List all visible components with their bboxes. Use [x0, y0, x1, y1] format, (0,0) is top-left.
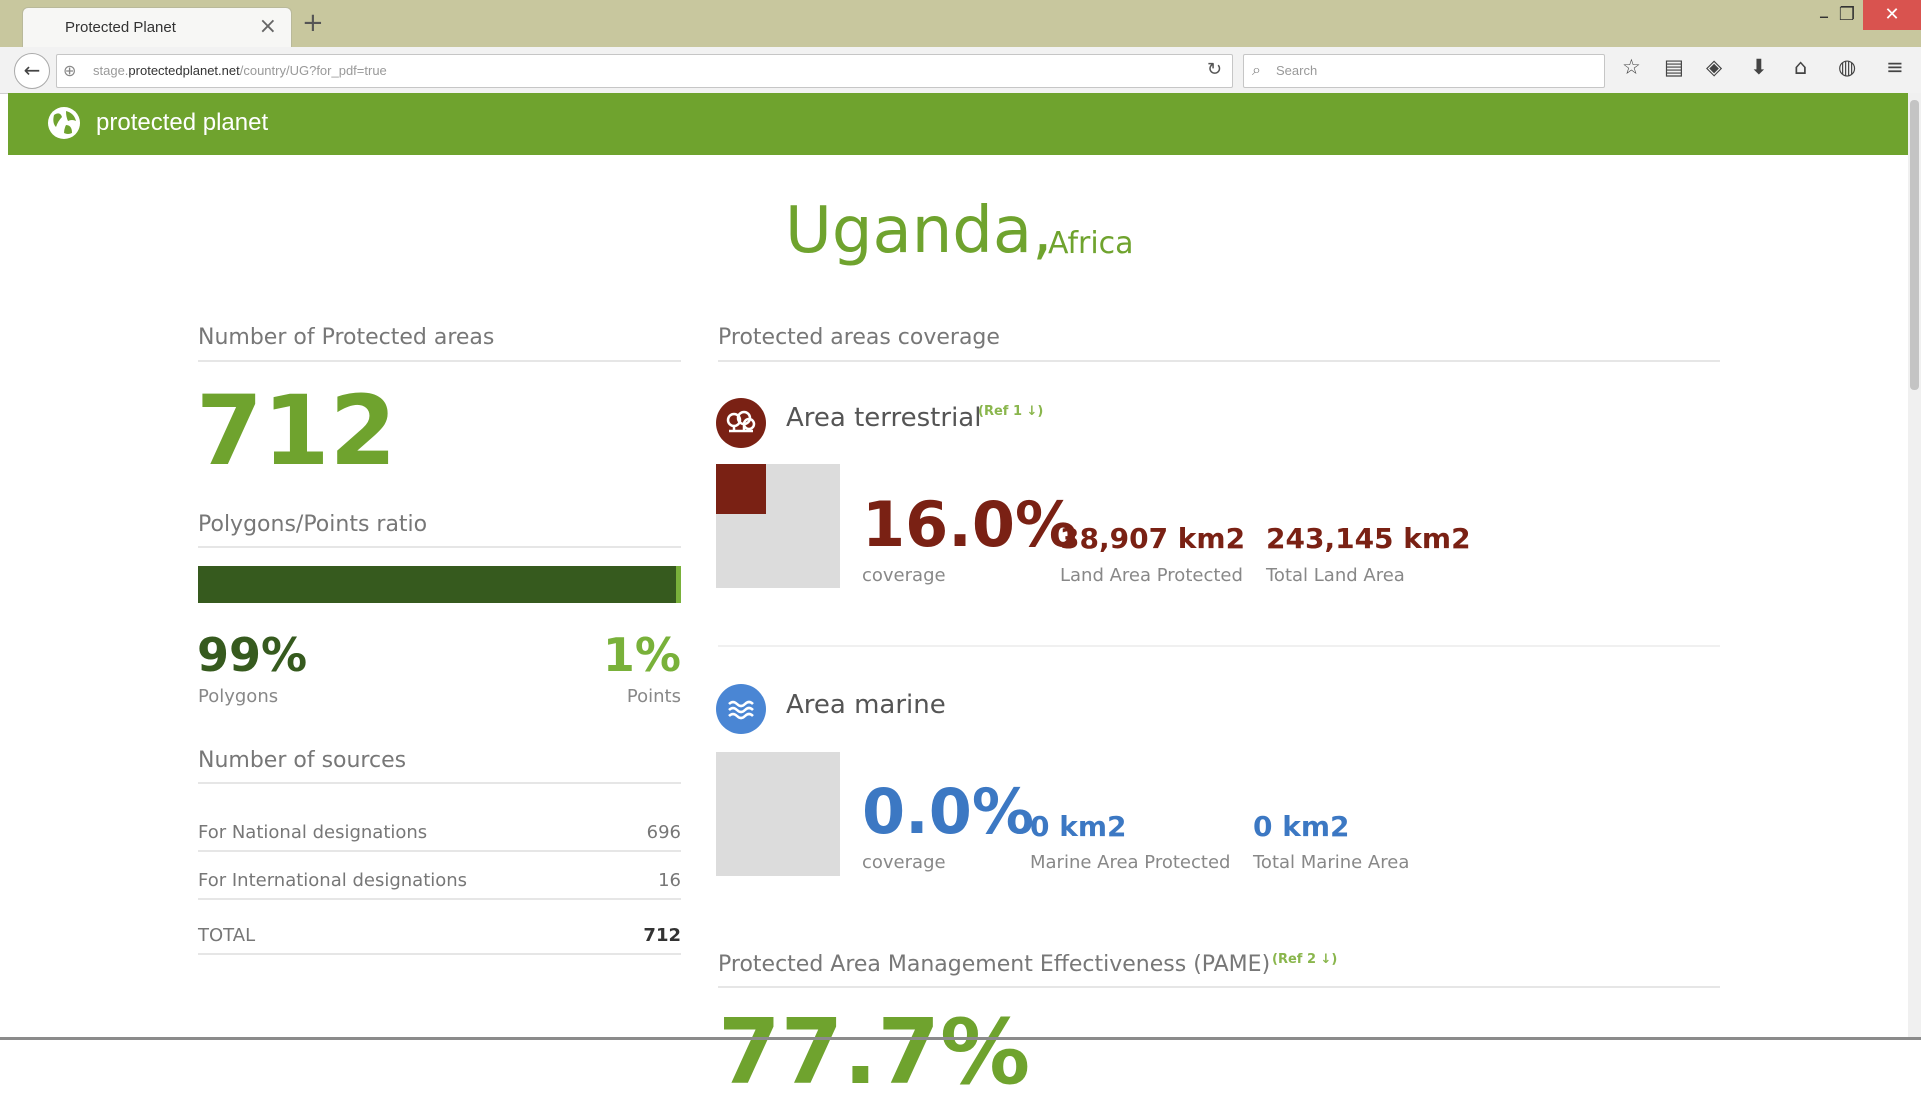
marine-title: Area marine [786, 690, 946, 720]
section-title-pame: Protected Area Management Effectiveness … [718, 952, 1271, 977]
restore-icon[interactable]: ❐ [1839, 4, 1855, 25]
tab-close-icon[interactable]: × [259, 14, 277, 39]
marine-coverage-box [716, 752, 840, 876]
coverage-label: coverage [862, 852, 946, 873]
search-input[interactable]: ⌕ Search [1243, 54, 1605, 88]
waves-icon [728, 700, 754, 720]
terrestrial-ref-link[interactable]: (Ref 1 ↓) [978, 404, 1043, 419]
source-row-value: 696 [646, 822, 681, 843]
terrestrial-coverage-box [716, 464, 840, 588]
tree-icon [726, 410, 756, 433]
globe-logo-icon[interactable] [46, 105, 82, 141]
close-window-icon[interactable]: ✕ [1863, 0, 1921, 30]
polygons-percent: 99% [197, 628, 308, 682]
minimize-icon[interactable]: – [1819, 4, 1829, 28]
chat-icon[interactable]: ◍ [1838, 55, 1856, 79]
search-placeholder: Search [1276, 63, 1318, 78]
section-title-coverage: Protected areas coverage [718, 325, 1000, 350]
total-land-area-value: 243,145 km2 [1266, 522, 1471, 555]
divider [718, 645, 1720, 647]
divider [198, 782, 681, 784]
terrestrial-coverage-fill [716, 464, 766, 514]
marine-badge [716, 684, 766, 734]
browser-tab[interactable]: Protected Planet × [22, 7, 292, 48]
total-marine-area-value: 0 km2 [1253, 810, 1350, 843]
menu-icon[interactable]: ≡ [1886, 55, 1904, 79]
site-header: protected planet [8, 93, 1908, 155]
source-total-value: 712 [643, 925, 681, 946]
reload-icon[interactable]: ↻ [1207, 59, 1222, 80]
new-tab-icon[interactable]: + [302, 8, 324, 38]
divider [198, 360, 681, 362]
bookmarks-list-icon[interactable]: ▤ [1664, 55, 1684, 79]
marine-coverage-percent: 0.0% [862, 775, 1034, 848]
source-total-label: TOTAL [198, 925, 256, 946]
points-label: Points [626, 686, 681, 707]
land-area-protected-label: Land Area Protected [1060, 565, 1243, 586]
divider [198, 953, 681, 955]
terrestrial-badge [716, 398, 766, 448]
page-region: Africa [1048, 226, 1134, 261]
section-title-ratio: Polygons/Points ratio [198, 512, 428, 537]
protected-areas-count: 712 [196, 375, 397, 487]
points-percent: 1% [602, 628, 681, 682]
divider [198, 546, 681, 548]
source-row-label: For International designations [198, 870, 468, 891]
pocket-icon[interactable]: ◈ [1706, 55, 1722, 79]
site-info-icon[interactable]: ⊕ [63, 61, 76, 80]
browser-titlebar: Protected Planet × + – ❐ ✕ [0, 0, 1921, 48]
section-title-protected-areas: Number of Protected areas [198, 325, 495, 350]
home-icon[interactable]: ⌂ [1794, 55, 1807, 79]
scrollbar-thumb[interactable] [1910, 100, 1919, 390]
divider [718, 986, 1720, 988]
total-land-area-label: Total Land Area [1266, 565, 1405, 586]
coverage-label: coverage [862, 565, 946, 586]
source-row-value: 16 [658, 870, 681, 891]
marine-area-protected-label: Marine Area Protected [1030, 852, 1231, 873]
pame-value: 77.7% [718, 1000, 1031, 1105]
download-icon[interactable]: ⬇ [1750, 55, 1768, 79]
url-text: stage.protectedplanet.net/country/UG?for… [93, 63, 387, 78]
bookmark-star-icon[interactable]: ☆ [1622, 55, 1641, 79]
divider [198, 898, 681, 900]
divider [198, 850, 681, 852]
total-marine-area-label: Total Marine Area [1253, 852, 1410, 873]
url-bar[interactable]: ⊕ stage.protectedplanet.net/country/UG?f… [56, 54, 1233, 88]
back-arrow-icon[interactable]: ← [14, 53, 50, 89]
source-row-label: For National designations [198, 822, 428, 843]
tab-title: Protected Planet [65, 19, 176, 36]
ratio-bar-fill [198, 566, 677, 603]
divider [718, 360, 1720, 362]
land-area-protected-value: 38,907 km2 [1060, 522, 1246, 555]
terrestrial-title: Area terrestrial [786, 403, 982, 433]
pame-ref-link[interactable]: (Ref 2 ↓) [1272, 952, 1337, 967]
search-icon: ⌕ [1252, 60, 1261, 79]
page-title: Uganda, [785, 194, 1053, 268]
section-title-sources: Number of sources [198, 748, 407, 773]
polygons-label: Polygons [198, 686, 279, 707]
terrestrial-coverage-percent: 16.0% [862, 488, 1078, 561]
marine-area-protected-value: 0 km2 [1030, 810, 1127, 843]
brand-name[interactable]: protected planet [96, 109, 268, 137]
